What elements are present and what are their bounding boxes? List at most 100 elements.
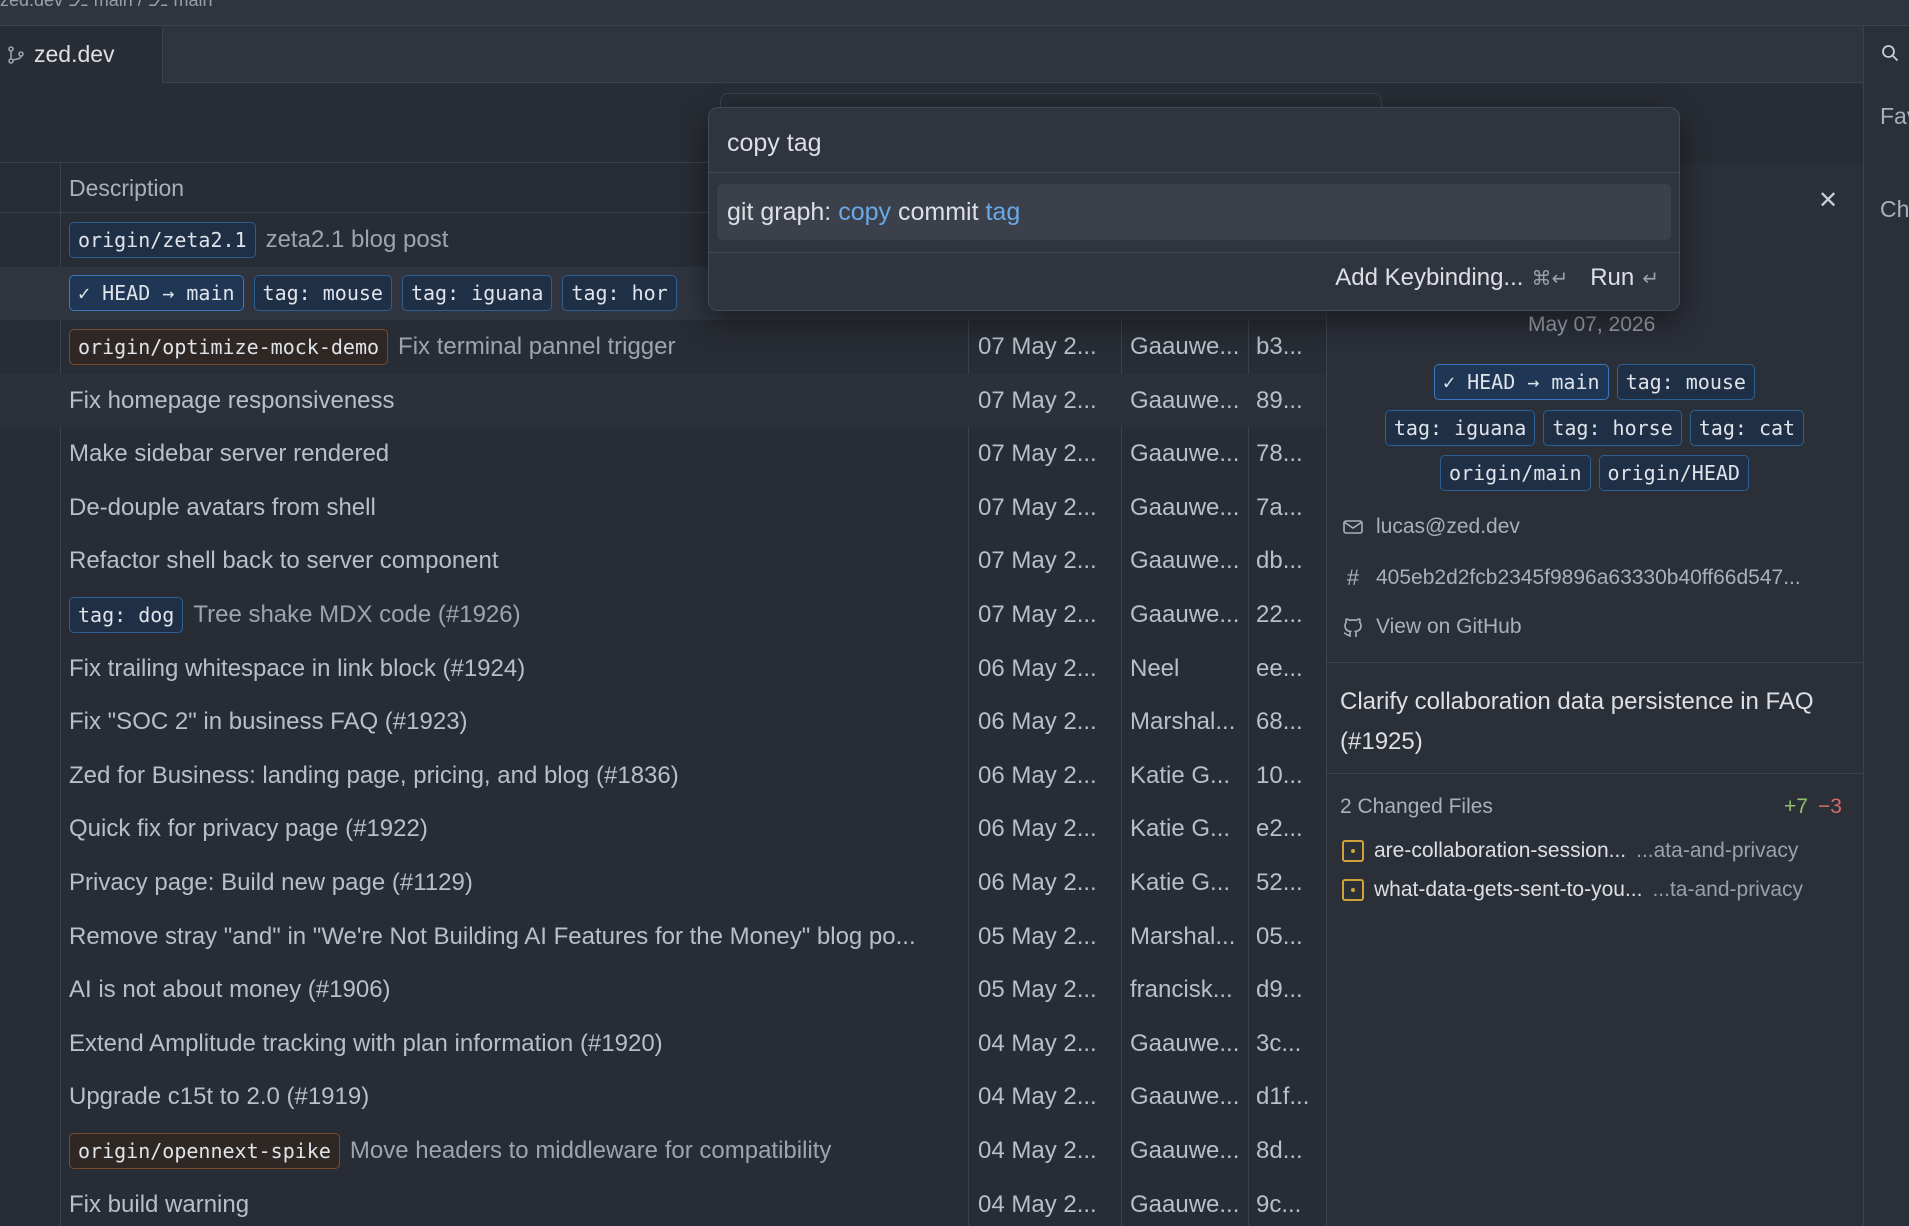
command-item-copy-commit-tag[interactable]: git graph: copy commit tag [717,184,1671,240]
cell-author: Marshal... [1130,922,1236,950]
run-label: Run [1590,264,1635,291]
palette-divider [709,172,1679,173]
table-row[interactable]: AI is not about money (#1906) 05 May 2...… [0,963,1326,1017]
author-email[interactable]: lucas@zed.dev [1342,515,1520,539]
ref-badge: tag: hor [562,275,677,312]
table-row[interactable]: tag: dog Tree shake MDX code (#1926) 07 Ma… [0,588,1326,642]
cell-sha: b3... [1256,332,1303,360]
commit-title: Clarify collaboration data persistence i… [1340,688,1814,755]
table-row[interactable]: Upgrade c15t to 2.0 (#1919) 04 May 2... Ga… [0,1071,1326,1125]
lines-removed: −3 [1818,795,1842,818]
cell-sha: 7a... [1256,493,1303,521]
table-row[interactable]: Fix "SOC 2" in business FAQ (#1923) 06 Ma… [0,695,1326,749]
ref-badge: origin/zeta2.1 [69,221,256,258]
add-keybinding-shortcut: ⌘↵ [1531,268,1569,290]
commit-message: Zed for Business: landing page, pricing,… [69,761,679,789]
cell-sha: ee... [1256,654,1303,682]
ref-badge: origin/opennext-spike [69,1132,340,1169]
cell-date: 06 May 2... [978,708,1097,736]
file-path: ...ta-and-privacy [1652,878,1804,901]
table-row[interactable]: Zed for Business: landing page, pricing,… [0,749,1326,803]
commit-message: Fix build warning [69,1190,250,1218]
table-row[interactable]: Fix homepage responsiveness 07 May 2... Ga… [0,373,1326,428]
changed-file-item[interactable]: what-data-gets-sent-to-you... ...ta-and-p… [1342,878,1803,902]
changed-file-item[interactable]: are-collaboration-session... ...ata-and-p… [1342,839,1798,863]
changed-files-heading: 2 Changed Files [1340,795,1493,818]
command-match-copy: copy [838,197,892,226]
cell-date: 04 May 2... [978,1136,1097,1164]
title-bar: zed.dev ⎇ main / ⎇ main [0,0,1909,26]
cell-date: 04 May 2... [978,1083,1097,1111]
cell-date: 06 May 2... [978,815,1097,843]
table-row[interactable]: origin/opennext-spike Move headers to mid… [0,1124,1326,1178]
cell-description: origin/opennext-spike Move headers to mid… [69,1132,959,1169]
tab-zed-dev[interactable]: zed.dev [0,26,163,83]
commit-message: Fix terminal pannel trigger [398,332,676,360]
commit-message: Privacy page: Build new page (#1129) [69,868,473,896]
table-row[interactable]: Fix build warning 04 May 2... Gaauwe... 9c.… [0,1178,1326,1226]
cell-author: Gaauwe... [1130,1190,1240,1218]
lines-added: +7 [1784,795,1808,818]
column-header-description[interactable]: Description [69,175,184,202]
cell-date: 05 May 2... [978,922,1097,950]
detail-divider [1326,773,1863,774]
table-row[interactable]: Fix trailing whitespace in link block (#… [0,642,1326,696]
table-row[interactable]: Privacy page: Build new page (#1129) 06 M… [0,856,1326,910]
cell-author: Katie G... [1130,815,1231,843]
cell-date: 04 May 2... [978,1190,1097,1218]
strip-item-fav[interactable]: Fav [1880,103,1909,130]
commit-message: De-douple avatars from shell [69,493,376,521]
commit-table: Description origin/zeta2.1 zeta2.1 blog p… [0,163,1326,1226]
command-search-input[interactable] [727,126,1657,160]
commit-message: Make sidebar server rendered [69,440,390,468]
commit-message: Refactor shell back to server component [69,547,499,575]
cell-author: Gaauwe... [1130,1136,1240,1164]
cell-sha: 8d... [1256,1136,1303,1164]
cell-description: Fix "SOC 2" in business FAQ (#1923) [69,708,959,736]
github-icon [1343,618,1362,637]
table-row[interactable]: origin/optimize-mock-demo Fix terminal pa… [0,320,1326,374]
command-text: commit [891,197,986,226]
add-keybinding-button[interactable]: Add Keybinding... ⌘↵ [1335,264,1568,292]
title-breadcrumb[interactable]: zed.dev ⎇ main / ⎇ main [0,0,213,11]
commit-sha[interactable]: # 405eb2d2fcb2345f9896a63330b40ff66d547.… [1342,565,1801,591]
commit-message: Upgrade c15t to 2.0 (#1919) [69,1083,370,1111]
view-on-github-link[interactable]: View on GitHub [1342,615,1522,639]
ref-badge-row: tag: iguana tag: horse tag: cat [1326,410,1863,446]
cell-description: Upgrade c15t to 2.0 (#1919) [69,1083,959,1111]
cell-sha: db... [1256,547,1303,575]
cell-sha: 52... [1256,868,1303,896]
ref-badge-row: origin/main origin/HEAD [1326,455,1863,491]
table-row[interactable]: Make sidebar server rendered 07 May 2... G… [0,427,1326,481]
cell-description: Fix build warning [69,1191,959,1219]
ref-badge: ✓ HEAD → main [69,275,244,312]
cell-date: 07 May 2... [978,547,1097,575]
cell-sha: d9... [1256,976,1303,1004]
ref-badge: ✓ HEAD → main [1434,364,1609,400]
ref-badge: origin/HEAD [1598,455,1749,491]
cell-author: Neel [1130,654,1180,682]
close-icon[interactable]: ✕ [1818,186,1838,215]
cell-sha: 78... [1256,440,1303,468]
github-link-text: View on GitHub [1376,615,1522,638]
strip-item-ch[interactable]: Ch [1880,196,1909,223]
cell-description: tag: dog Tree shake MDX code (#1926) [69,596,959,633]
cell-author: Gaauwe... [1130,1083,1240,1111]
cell-description: Remove stray "and" in "We're Not Buildin… [69,923,959,951]
table-row[interactable]: Remove stray "and" in "We're Not Buildin… [0,910,1326,964]
cell-author: Katie G... [1130,868,1231,896]
run-button[interactable]: Run ↵ [1590,264,1659,292]
cell-author: Gaauwe... [1130,1029,1240,1057]
table-row[interactable]: De-douple avatars from shell 07 May 2... G… [0,481,1326,535]
cell-sha: 05... [1256,922,1303,950]
table-row[interactable]: Extend Amplitude tracking with plan info… [0,1017,1326,1071]
cell-author: francisk... [1130,976,1233,1004]
cell-description: Fix homepage responsiveness [69,387,959,415]
search-icon[interactable] [1881,44,1899,62]
table-row[interactable]: Refactor shell back to server component 0… [0,535,1326,589]
cell-date: 07 May 2... [978,332,1097,360]
commit-message: Extend Amplitude tracking with plan info… [69,1029,663,1057]
table-row[interactable]: Quick fix for privacy page (#1922) 06 May… [0,803,1326,857]
cell-author: Gaauwe... [1130,386,1240,414]
cell-sha: 10... [1256,761,1303,789]
